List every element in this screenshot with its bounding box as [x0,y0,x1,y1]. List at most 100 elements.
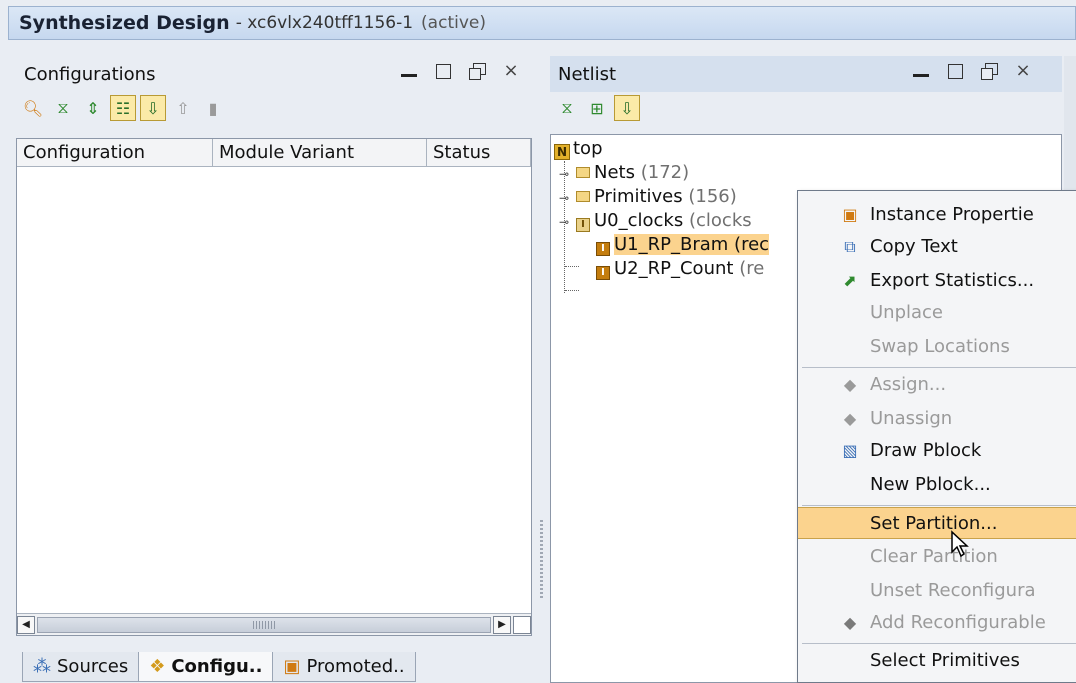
menu-item-assign[interactable]: ◆ Assign... [798,369,1076,401]
menu-item-label: Draw Pblock [870,440,982,461]
show-hierarchy-icon[interactable]: ⊞ [584,95,610,121]
context-menu: ▣ Instance Propertie ⧉ Copy Text ⬈ Export S… [797,190,1076,683]
float-icon[interactable] [980,62,998,80]
menu-item-label: Add Reconfigurable [870,612,1046,633]
tree-node-count: (clocks [688,210,752,231]
minimize-icon[interactable] [400,62,418,80]
tree-node-u1-rp-bram[interactable]: I U1_RP_Bram (rec [596,233,770,257]
add-reconfigurable-icon: ◆ [843,613,857,632]
close-icon[interactable]: × [502,62,520,80]
netlist-toolbar: ⧖ ⊞ ⇩ [554,94,640,122]
tab-promoted[interactable]: ▣ Promoted.. [272,652,416,682]
netlist-header: Netlist × [550,56,1062,92]
menu-item-new-pblock[interactable]: New Pblock... [798,469,1076,501]
promote-icon[interactable]: ⇧ [170,95,196,121]
expand-all-icon[interactable]: ⇕ [80,95,106,121]
tab-promoted-label: Promoted.. [306,656,405,677]
menu-item-label: Set Partition... [870,513,998,534]
menu-item-unassign[interactable]: ◆ Unassign [798,403,1076,435]
tree-node-label-selected: U1_RP_Bram (rec [614,234,770,255]
table-header: Configuration Module Variant Status [17,139,531,167]
scroll-left-icon[interactable]: ◀ [17,615,35,634]
menu-item-label: New Pblock... [870,474,991,495]
collapse-all-icon[interactable]: ⧖ [50,95,76,121]
design-title-bar: Synthesized Design - xc6vlx240tff1156-1 … [8,6,1076,40]
menu-item-copy-text[interactable]: ⧉ Copy Text [798,231,1076,263]
expand-toggle-icon[interactable]: ⊸ [556,162,572,186]
menu-item-label: Assign... [870,374,947,395]
menu-item-select-primitives[interactable]: Select Primitives [798,645,1076,677]
flat-view-icon[interactable]: ⇩ [140,95,166,121]
expand-toggle-icon[interactable]: ⊸ [556,186,572,210]
flat-view-icon[interactable]: ⇩ [614,95,640,121]
menu-item-instance-properties[interactable]: ▣ Instance Propertie [798,199,1076,231]
menu-separator [802,505,1076,506]
menu-item-clear-partition[interactable]: Clear Partition [798,541,1076,573]
menu-separator [802,367,1076,368]
tree-node-nets[interactable]: ⊸ Nets (172) [556,161,689,185]
collapse-all-icon[interactable]: ⧖ [554,95,580,121]
active-state: (active) [421,13,486,33]
minimize-icon[interactable] [912,62,930,80]
menu-item-export-statistics[interactable]: ⬈ Export Statistics... [798,265,1076,297]
mouse-cursor-icon [951,530,969,558]
splitter-handle[interactable] [540,520,543,600]
tab-sources-label: Sources [57,656,129,677]
tab-configurations[interactable]: ❖ Configu.. [138,652,274,682]
unassign-icon: ◆ [843,409,857,428]
menu-item-label: Instance Propertie [870,204,1034,225]
float-icon[interactable] [468,62,486,80]
maximize-icon[interactable] [434,62,452,80]
tab-configurations-label: Configu.. [171,656,263,677]
design-title: Synthesized Design [19,12,230,34]
menu-item-label: Unassign [870,408,953,429]
tree-node-u0-clocks[interactable]: ⊸ I U0_clocks (clocks [556,209,752,233]
search-icon[interactable]: 🔍︎ [20,95,46,121]
horizontal-scrollbar[interactable]: ◀ ▶ [17,613,531,635]
menu-item-label: Export Statistics... [870,270,1035,291]
configurations-title: Configurations [24,63,156,85]
menu-item-unplace[interactable]: Unplace [798,297,1076,329]
menu-separator [802,643,1076,644]
menu-item-set-partition[interactable]: Set Partition... [798,507,1076,539]
menu-item-label: Clear Partition [870,546,998,567]
bottom-tab-bar: ⁂ Sources ❖ Configu.. ▣ Promoted.. [22,652,416,682]
tree-node-count: (re [739,258,765,279]
scroll-thumb[interactable] [37,616,491,633]
instance-icon: I [596,242,610,256]
properties-icon: ▣ [842,205,858,224]
tab-sources[interactable]: ⁂ Sources [22,652,140,682]
tree-node-root[interactable]: Ntop [554,137,603,161]
menu-item-add-reconfigurable[interactable]: ◆ Add Reconfigurable [798,607,1076,639]
menu-item-label: Unplace [870,302,944,323]
tree-node-label: Primitives [594,186,683,207]
device-part: - xc6vlx240tff1156-1 [235,13,414,33]
close-icon[interactable]: × [1014,62,1032,80]
configurations-panel: Configurations × 🔍︎ ⧖ ⇕ ☷ ⇩ ⇧ ▮ Configur… [16,56,532,683]
promoted-icon: ▣ [283,656,301,677]
tree-node-label: top [573,138,603,159]
document-icon[interactable]: ▮ [200,95,226,121]
menu-item-swap-locations[interactable]: Swap Locations [798,331,1076,363]
column-header-module-variant[interactable]: Module Variant [213,139,427,167]
column-header-status[interactable]: Status [427,139,531,167]
menu-item-draw-pblock[interactable]: ▧ Draw Pblock [798,435,1076,467]
tree-node-count: (rec [734,234,770,255]
tree-node-label: U0_clocks [594,210,684,231]
scroll-right-icon[interactable]: ▶ [493,615,511,634]
tree-node-label: Nets [594,162,635,183]
folder-icon [576,167,590,178]
scroll-corner [513,615,531,634]
column-header-configuration[interactable]: Configuration [17,139,213,167]
maximize-icon[interactable] [946,62,964,80]
expand-toggle-icon[interactable]: ⊸ [556,210,572,234]
menu-item-unset-reconfigurable[interactable]: Unset Reconfigura [798,575,1076,607]
hierarchy-view-icon[interactable]: ☷ [110,95,136,121]
tree-node-label: U2_RP_Count [614,258,734,279]
menu-item-label: Swap Locations [870,336,1010,357]
configurations-toolbar: 🔍︎ ⧖ ⇕ ☷ ⇩ ⇧ ▮ [20,94,226,122]
tree-node-name: U1_RP_Bram [614,234,729,255]
menu-item-label: Unset Reconfigura [870,580,1036,601]
tree-node-u2-rp-count[interactable]: I U2_RP_Count (re [596,257,764,281]
tree-node-primitives[interactable]: ⊸ Primitives (156) [556,185,737,209]
